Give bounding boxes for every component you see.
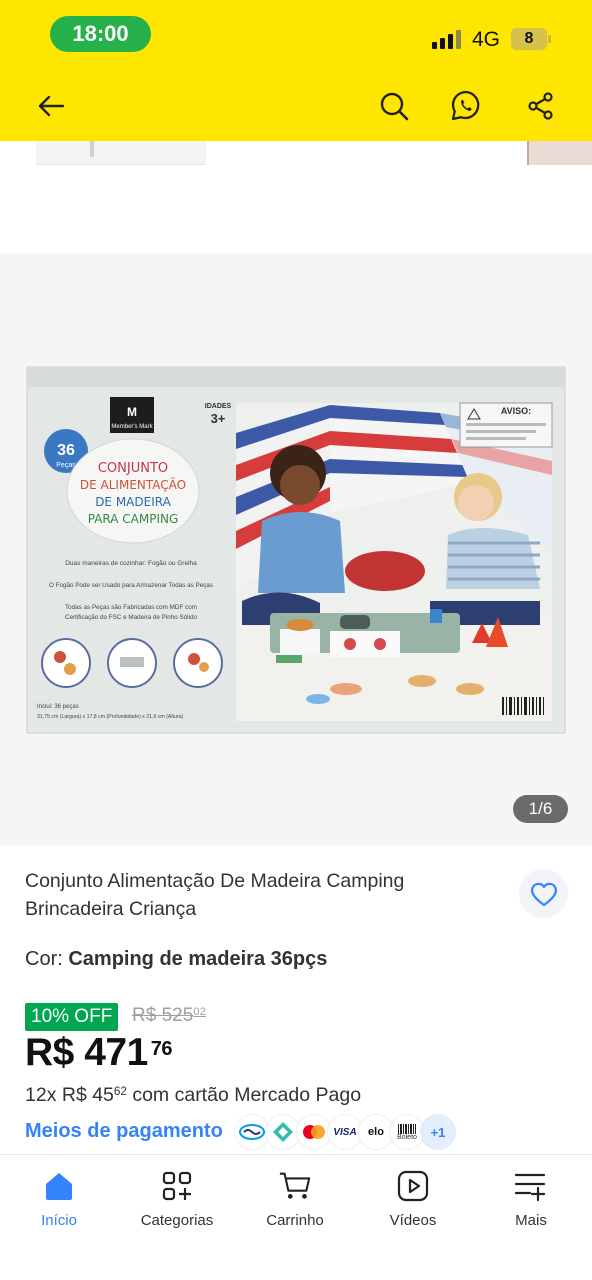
box-line-2: O Fogão Pode ser Usado para Armazenar To… — [49, 582, 213, 589]
search-icon[interactable] — [376, 88, 412, 124]
tab-label: Mais — [515, 1212, 547, 1229]
payment-methods-link[interactable]: Meios de pagamento — [25, 1120, 223, 1143]
categories-icon — [160, 1169, 194, 1203]
tab-mais[interactable]: Mais — [472, 1155, 590, 1245]
related-thumbnail[interactable] — [527, 141, 592, 165]
color-value: Camping de madeira 36pçs — [68, 948, 328, 970]
bottom-tab-bar: Início Categorias Carrinho Vídeos Mais — [0, 1154, 592, 1280]
tab-label: Categorias — [140, 1212, 214, 1229]
old-price: R$ 52502 — [132, 1005, 206, 1026]
box-line-4: Certificação do FSC e Madeira de Pinho S… — [65, 614, 197, 621]
cart-icon — [278, 1169, 312, 1203]
product-image-gallery[interactable]: 36 Peças M Member's Mark IDADES 3+ CONJU… — [0, 253, 592, 845]
box-headline-4: PARA CAMPING — [88, 512, 179, 526]
home-icon — [42, 1169, 76, 1203]
tab-carrinho[interactable]: Carrinho — [236, 1155, 354, 1245]
box-headline-2: DE ALIMENTAÇÃO — [80, 477, 186, 492]
box-line-3: Todas as Peças são Fabricadas com MDF co… — [65, 604, 197, 611]
installments-text: 12x R$ 4562 com cartão Mercado Pago — [25, 1084, 362, 1106]
svg-text:M: M — [127, 405, 137, 419]
battery-icon: 8 — [511, 28, 551, 50]
network-type: 4G — [472, 28, 501, 51]
thumbnail-strip — [0, 141, 592, 165]
color-label: Cor: — [25, 948, 69, 970]
battery-level: 8 — [511, 28, 547, 50]
box-includes: Inclui: 36 peças — [37, 704, 79, 710]
age-value: 3+ — [211, 411, 226, 426]
age-label: IDADES — [205, 403, 232, 410]
tab-videos[interactable]: Vídeos — [354, 1155, 472, 1245]
product-image[interactable]: 36 Peças M Member's Mark IDADES 3+ CONJU… — [0, 253, 592, 845]
tab-categorias[interactable]: Categorias — [118, 1155, 236, 1245]
tab-label: Carrinho — [266, 1212, 324, 1229]
discount-badge: 10% OFF — [25, 1003, 119, 1031]
status-time: 18:00 — [50, 16, 151, 52]
menu-more-icon — [514, 1169, 548, 1203]
whatsapp-share-icon[interactable] — [447, 87, 485, 125]
tab-inicio[interactable]: Início — [0, 1155, 118, 1245]
related-thumbnail[interactable] — [36, 141, 206, 165]
image-counter: 1/6 — [513, 795, 568, 823]
payment-logos[interactable]: VISA elo Boleto +1 — [234, 1114, 456, 1150]
back-arrow-icon[interactable] — [33, 88, 69, 124]
signal-icon — [432, 30, 461, 49]
color-selection[interactable]: Cor: Camping de madeira 36pçs — [25, 948, 327, 971]
app-header: 18:00 4G 8 — [0, 0, 592, 141]
share-icon[interactable] — [523, 88, 559, 124]
current-price: R$ 471 76 — [25, 1031, 173, 1074]
video-icon — [396, 1169, 430, 1203]
box-warning: AVISO: — [501, 406, 531, 416]
box-dimensions: 31,75 cm (Largura) x 17,8 cm (Profundida… — [37, 714, 183, 720]
box-line-1: Duas maneiras de cozinhar: Fogão ou Grel… — [65, 560, 197, 567]
more-payments-badge[interactable]: +1 — [420, 1114, 456, 1150]
brand-name: Member's Mark — [111, 424, 153, 430]
box-headline-1: CONJUNTO — [98, 461, 168, 476]
box-headline-3: DE MADEIRA — [95, 495, 171, 509]
product-title: Conjunto Alimentação De Madeira Camping … — [25, 870, 405, 920]
tab-label: Vídeos — [389, 1212, 437, 1229]
heart-icon — [530, 882, 557, 906]
tab-label: Início — [41, 1212, 77, 1229]
badge-count: 36 — [57, 442, 75, 459]
favorite-button[interactable] — [519, 869, 568, 918]
